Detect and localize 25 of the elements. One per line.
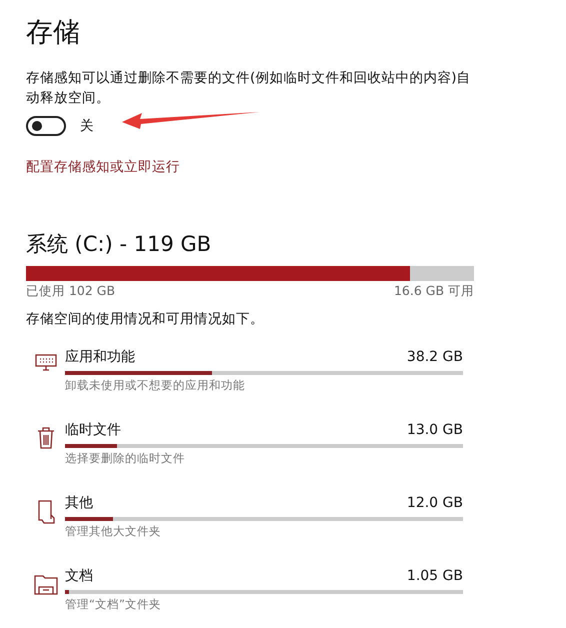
trash-icon [36, 427, 54, 449]
category-name[interactable]: 应用和功能 [65, 348, 135, 366]
category-size: 1.05 GB [406, 568, 463, 584]
used-space: 已使用 102 GB [26, 283, 116, 300]
toggle-state: 关 [80, 117, 94, 135]
monitor-icon [34, 354, 56, 372]
category-name[interactable]: 文档 [65, 566, 93, 584]
category-hint: 选择要删除的临时文件 [65, 451, 186, 466]
page-title: 存储 [26, 16, 81, 50]
folder-icon [34, 573, 58, 595]
category-size: 38.2 GB [406, 348, 463, 364]
storage-sense-description: 存储感知可以通过删除不需要的文件(例如临时文件和回收站中的内容)自动释放空间。 [26, 69, 472, 108]
usage-description: 存储空间的使用情况和可用情况如下。 [26, 310, 265, 328]
drive-title: 系统 (C:) - 119 GB [26, 231, 212, 258]
configure-link[interactable]: 配置存储感知或立即运行 [26, 158, 180, 176]
category-name[interactable]: 其他 [65, 494, 93, 512]
category-hint: 卸载未使用或不想要的应用和功能 [65, 378, 246, 393]
category-hint: 管理“文档”文件夹 [65, 597, 162, 612]
category-name[interactable]: 临时文件 [65, 420, 121, 438]
category-hint: 管理其他大文件夹 [65, 524, 162, 539]
document-icon [36, 500, 54, 524]
category-size: 12.0 GB [406, 494, 463, 510]
category-size: 13.0 GB [406, 422, 463, 438]
toggle-switch[interactable] [26, 116, 66, 136]
free-space: 16.6 GB 可用 [394, 283, 474, 300]
